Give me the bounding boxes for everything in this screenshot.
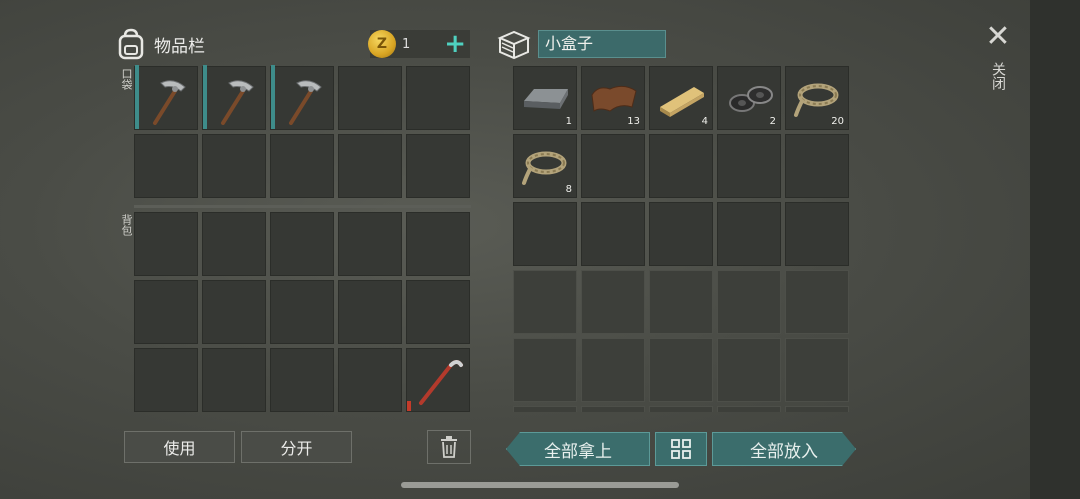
item-quantity: 20	[831, 116, 844, 127]
container-slot[interactable]	[513, 202, 577, 266]
pocket-slot[interactable]	[134, 134, 198, 198]
pocket-slot[interactable]	[338, 66, 402, 130]
item-quantity: 4	[701, 116, 708, 127]
container-slot[interactable]: 2	[717, 66, 781, 130]
use-button[interactable]: 使用	[124, 431, 235, 463]
trash-button[interactable]	[427, 430, 471, 464]
container-slot[interactable]	[513, 338, 577, 402]
durability-bar	[203, 65, 207, 129]
backpack-slot[interactable]	[338, 212, 402, 276]
container-grid[interactable]: 1 13 4 2 20 8	[513, 66, 849, 412]
split-button[interactable]: 分开	[241, 431, 352, 463]
container-slot[interactable]	[513, 270, 577, 334]
container-slot[interactable]	[649, 202, 713, 266]
container-slot[interactable]	[785, 134, 849, 198]
backpack-icon	[118, 28, 144, 60]
backpack-slot[interactable]	[270, 280, 334, 344]
pocket-slot[interactable]	[406, 66, 470, 130]
backpack-slot[interactable]	[202, 348, 266, 412]
backpack-slot[interactable]	[134, 348, 198, 412]
container-slot[interactable]: 8	[513, 134, 577, 198]
container-slot[interactable]	[717, 134, 781, 198]
item-quantity: 13	[627, 116, 640, 127]
pocket-slot[interactable]	[134, 65, 198, 130]
backpack-slot[interactable]	[338, 348, 402, 412]
backpack-slot[interactable]	[406, 280, 470, 344]
take-all-button[interactable]: 全部拿上	[506, 432, 650, 466]
close-label[interactable]: 关闭	[988, 62, 1008, 90]
item-quantity: 8	[565, 184, 572, 195]
coin-count: 1	[402, 36, 411, 52]
backpack-slot[interactable]	[202, 280, 266, 344]
grid-icon	[671, 439, 691, 459]
pocket-slot[interactable]	[202, 134, 266, 198]
container-slot[interactable]	[785, 270, 849, 334]
container-slot[interactable]	[717, 270, 781, 334]
durability-bar	[407, 401, 411, 411]
container-slot[interactable]: 4	[649, 66, 713, 130]
container-slot[interactable]	[717, 202, 781, 266]
container-slot[interactable]: 13	[581, 66, 645, 130]
add-coins-button[interactable]: +	[444, 31, 466, 57]
home-indicator[interactable]	[401, 482, 679, 488]
pocket-slot[interactable]	[270, 134, 334, 198]
backpack-slot[interactable]	[406, 348, 470, 412]
inventory-header: 物品栏	[116, 26, 205, 62]
container-name[interactable]: 小盒子	[538, 30, 666, 58]
container-slot[interactable]	[717, 338, 781, 402]
container-slot[interactable]	[581, 338, 645, 402]
container-slot[interactable]	[649, 134, 713, 198]
sort-button[interactable]	[655, 432, 707, 466]
durability-bar	[135, 65, 139, 129]
backpack-slot[interactable]	[338, 280, 402, 344]
item-quantity: 1	[565, 116, 572, 127]
pocket-slot[interactable]	[406, 134, 470, 198]
container-slot[interactable]	[513, 406, 577, 412]
close-icon[interactable]: ✕	[980, 22, 1016, 52]
container-slot[interactable]	[785, 338, 849, 402]
container-slot[interactable]	[581, 202, 645, 266]
backpack-slot[interactable]	[270, 212, 334, 276]
close-control[interactable]: ✕ 关闭	[980, 22, 1016, 91]
box-icon	[497, 30, 531, 60]
container-slot[interactable]	[717, 406, 781, 412]
backpack-slot[interactable]	[134, 280, 198, 344]
container-slot[interactable]: 20	[785, 66, 849, 130]
durability-bar	[271, 65, 275, 129]
container-slot[interactable]	[649, 270, 713, 334]
item-quantity: 2	[769, 116, 776, 127]
backpack-slot[interactable]	[134, 212, 198, 276]
pocket-grid	[134, 65, 470, 198]
pocket-slot[interactable]	[270, 65, 334, 130]
pocket-slot[interactable]	[338, 134, 402, 198]
container-slot[interactable]	[785, 406, 849, 412]
coin-icon: Z	[368, 30, 396, 58]
pocket-slot[interactable]	[202, 65, 266, 130]
container-slot[interactable]	[581, 270, 645, 334]
container-slot[interactable]	[785, 202, 849, 266]
section-divider	[134, 205, 471, 208]
backpack-slot[interactable]	[270, 348, 334, 412]
container-slot[interactable]	[649, 406, 713, 412]
container-slot[interactable]	[581, 406, 645, 412]
backpack-grid	[134, 212, 470, 412]
container-slot[interactable]: 1	[513, 66, 577, 130]
inventory-title: 物品栏	[154, 36, 205, 57]
container-header: 小盒子	[496, 26, 666, 62]
backpack-slot[interactable]	[406, 212, 470, 276]
backpack-label: 背包	[120, 214, 133, 236]
pocket-label: 口袋	[120, 68, 133, 90]
container-slot[interactable]	[649, 338, 713, 402]
trash-icon	[441, 436, 457, 458]
coin-counter: Z 1 +	[368, 30, 470, 58]
right-edge-shade	[1030, 0, 1080, 499]
container-slot[interactable]	[581, 134, 645, 198]
put-all-button[interactable]: 全部放入	[712, 432, 856, 466]
backpack-slot[interactable]	[202, 212, 266, 276]
